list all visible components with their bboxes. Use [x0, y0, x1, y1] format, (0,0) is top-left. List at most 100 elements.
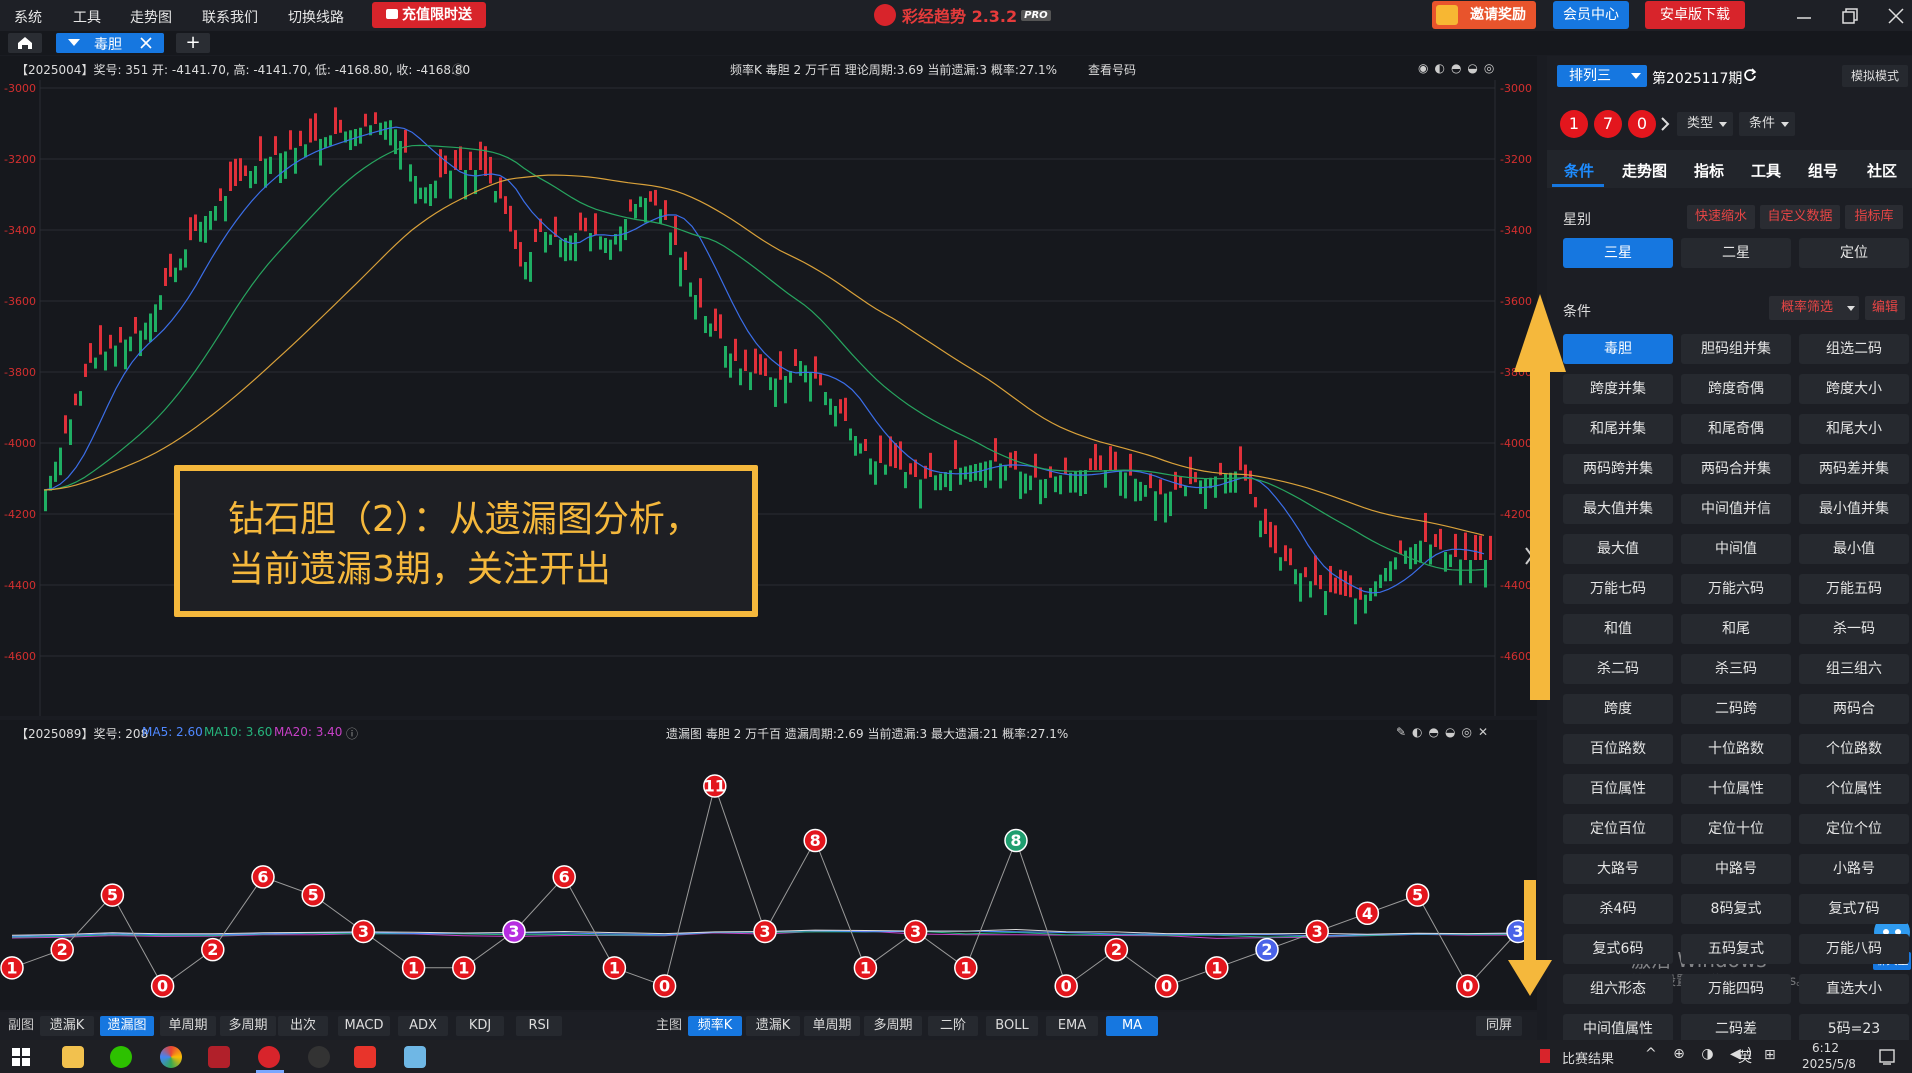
prob-filter-select[interactable]: 概率筛选 [1769, 296, 1859, 320]
match-result-label[interactable]: 比赛结果 [1562, 1048, 1614, 1067]
edit-button[interactable]: 编辑 [1865, 296, 1905, 320]
file-explorer-icon[interactable] [62, 1046, 84, 1068]
wechat-icon[interactable] [110, 1046, 132, 1068]
tab-trend[interactable]: 走势图 [1622, 160, 1667, 181]
menu-trend[interactable]: 走势图 [130, 7, 172, 27]
sub-indicator-button[interactable]: 遗漏图 [100, 1016, 154, 1036]
caijing-app-icon[interactable] [258, 1046, 280, 1068]
condition-button[interactable]: 复式7码 [1799, 894, 1909, 924]
main-indicator-button[interactable]: 单周期 [804, 1016, 860, 1036]
condition-button[interactable]: 十位路数 [1681, 734, 1791, 764]
add-tab-button[interactable]: + [176, 33, 210, 53]
condition-button[interactable]: 中路号 [1681, 854, 1791, 884]
clock-time[interactable]: 6:12 [1812, 1041, 1839, 1055]
condition-button[interactable]: 万能四码 [1681, 974, 1791, 1004]
condition-button[interactable]: 和尾 [1681, 614, 1791, 644]
simulate-mode-button[interactable]: 模拟模式 [1842, 65, 1908, 87]
type-select[interactable]: 类型 [1677, 112, 1733, 136]
sub-indicator-button[interactable]: MACD [338, 1016, 390, 1036]
condition-button[interactable]: 五码复式 [1681, 934, 1791, 964]
sub-help-icon[interactable]: ⓘ [346, 725, 358, 742]
main-indicator-button[interactable]: 多周期 [864, 1016, 922, 1036]
view-number-link[interactable]: 查看号码 [1088, 61, 1136, 78]
main-indicator-button[interactable]: EMA [1046, 1016, 1098, 1036]
main-indicator-button[interactable]: 二阶 [928, 1016, 978, 1036]
condition-button[interactable]: 8码复式 [1681, 894, 1791, 924]
condition-button[interactable]: 两码合 [1799, 694, 1909, 724]
condition-button[interactable]: 跨度大小 [1799, 374, 1909, 404]
menu-tools[interactable]: 工具 [73, 7, 101, 27]
qq-icon[interactable] [308, 1046, 330, 1068]
condition-button[interactable]: 中间值并信 [1681, 494, 1791, 524]
condition-button[interactable]: 和尾大小 [1799, 414, 1909, 444]
condition-button[interactable]: 个位路数 [1799, 734, 1909, 764]
tab-conditions[interactable]: 条件 [1564, 160, 1594, 181]
condition-button[interactable]: 定位十位 [1681, 814, 1791, 844]
indicator-lib-button[interactable]: 指标库 [1845, 205, 1903, 229]
promo-button[interactable]: 充值限时送 [372, 2, 486, 28]
condition-button[interactable]: 万能五码 [1799, 574, 1909, 604]
app-icon[interactable] [208, 1046, 230, 1068]
android-download-button[interactable]: 安卓版下载 [1645, 1, 1745, 29]
condition-button[interactable]: 中间值 [1681, 534, 1791, 564]
news-icon[interactable] [1540, 1049, 1550, 1063]
sub-indicator-button[interactable]: 多周期 [220, 1016, 276, 1036]
condition-button[interactable]: 最小值并集 [1799, 494, 1909, 524]
tab-dudan[interactable]: 毒胆 [56, 33, 164, 53]
quick-zoom-button[interactable]: 快速缩水 [1687, 205, 1755, 229]
star-position-button[interactable]: 定位 [1799, 238, 1909, 268]
chart-tool-icons[interactable]: ◉◐◓◒◎ [1418, 61, 1500, 75]
refresh-icon[interactable] [1743, 68, 1757, 82]
sub-indicator-button[interactable]: RSI [516, 1016, 562, 1036]
condition-button[interactable]: 杀一码 [1799, 614, 1909, 644]
clock-date[interactable]: 2025/5/8 [1802, 1057, 1856, 1071]
condition-button[interactable]: 直选大小 [1799, 974, 1909, 1004]
wps-icon[interactable] [354, 1046, 376, 1068]
main-indicator-button[interactable]: 频率K [688, 1016, 742, 1036]
condition-button[interactable]: 两码合并集 [1681, 454, 1791, 484]
condition-button[interactable]: 小路号 [1799, 854, 1909, 884]
condition-button[interactable]: 组选二码 [1799, 334, 1909, 364]
main-indicator-button[interactable]: MA [1106, 1016, 1158, 1036]
sub-indicator-button[interactable]: 单周期 [160, 1016, 216, 1036]
condition-button[interactable]: 十位属性 [1681, 774, 1791, 804]
close-tab-icon[interactable] [140, 37, 152, 49]
condition-button[interactable]: 万能八码 [1799, 934, 1909, 964]
lottery-select[interactable]: 排列三 [1557, 65, 1647, 87]
star-two-button[interactable]: 二星 [1681, 238, 1791, 268]
menu-system[interactable]: 系统 [14, 7, 42, 27]
menu-contact[interactable]: 联系我们 [202, 7, 258, 27]
ime-indicator[interactable]: 英 [1738, 1047, 1752, 1067]
tab-community[interactable]: 社区 [1867, 160, 1897, 181]
main-indicator-button[interactable]: 遗漏K [746, 1016, 800, 1036]
member-center-button[interactable]: 会员中心 [1553, 1, 1629, 29]
condition-button[interactable]: 和尾奇偶 [1681, 414, 1791, 444]
notification-icon[interactable] [1878, 1048, 1896, 1066]
condition-button[interactable]: 杀三码 [1681, 654, 1791, 684]
custom-data-button[interactable]: 自定义数据 [1760, 205, 1840, 229]
close-window-icon[interactable] [1886, 6, 1906, 26]
condition-button[interactable]: 胆码组并集 [1681, 334, 1791, 364]
condition-button[interactable]: 两码差并集 [1799, 454, 1909, 484]
condition-button[interactable]: 定位个位 [1799, 814, 1909, 844]
sub-indicator-button[interactable]: 出次 [278, 1016, 328, 1036]
ime-mode-icon[interactable]: ⊞ [1764, 1047, 1776, 1063]
menu-switch-line[interactable]: 切换线路 [288, 7, 344, 27]
help-icon[interactable]: ⓘ [452, 61, 464, 78]
tab-indicators[interactable]: 指标 [1694, 160, 1724, 181]
condition-button[interactable]: 万能六码 [1681, 574, 1791, 604]
condition-button[interactable]: 最小值 [1799, 534, 1909, 564]
home-button[interactable] [8, 33, 42, 53]
notes-icon[interactable] [404, 1046, 426, 1068]
minimize-icon[interactable] [1794, 6, 1814, 26]
star-three-button[interactable]: 三星 [1563, 238, 1673, 268]
condition-button[interactable]: 二码跨 [1681, 694, 1791, 724]
invite-button[interactable]: 邀请奖励 [1432, 1, 1536, 29]
main-indicator-button[interactable]: BOLL [986, 1016, 1038, 1036]
sub-indicator-button[interactable]: KDJ [456, 1016, 504, 1036]
chevron-right-icon[interactable] [1660, 116, 1670, 132]
sub-chart-tool-icons[interactable]: ✎◐◓◒◎✕ [1396, 725, 1494, 739]
sub-indicator-button[interactable]: 遗漏K [40, 1016, 94, 1036]
condition-button[interactable]: 个位属性 [1799, 774, 1909, 804]
condition-select[interactable]: 条件 [1739, 112, 1795, 136]
